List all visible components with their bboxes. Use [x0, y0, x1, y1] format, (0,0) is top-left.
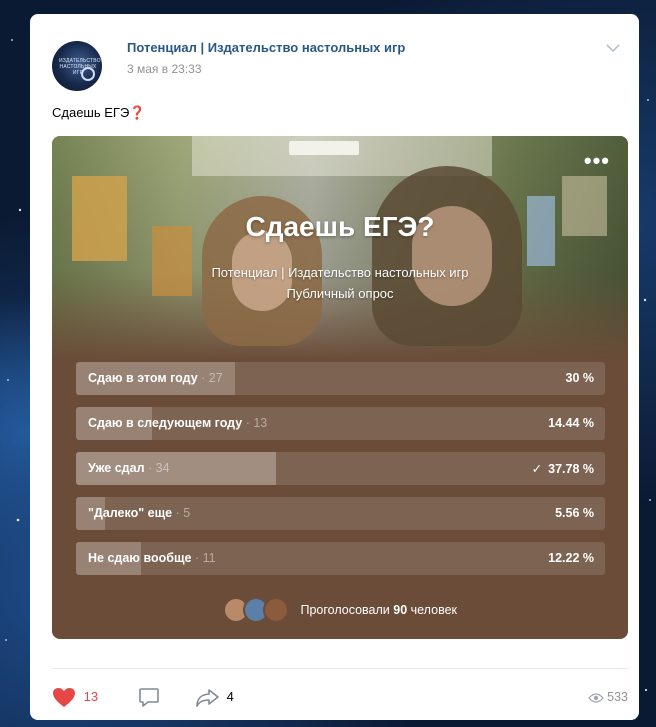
- views-count: 533: [607, 690, 628, 704]
- actions-divider: [52, 668, 628, 669]
- poll-option[interactable]: Сдаю в следующем году · 13 14.44 %: [76, 407, 605, 440]
- poll-option-count: · 34: [148, 461, 170, 475]
- eye-icon: [587, 693, 604, 703]
- avatar-logo-icon: [81, 67, 95, 81]
- poll-option[interactable]: Сдаю в этом году · 27 30 %: [76, 362, 605, 395]
- question-mark-emoji-icon: ❓: [129, 105, 146, 120]
- poll-voters[interactable]: Проголосовали 90 человек: [52, 597, 628, 623]
- poll-title: Сдаешь ЕГЭ?: [245, 211, 435, 242]
- comment-icon: [139, 688, 159, 707]
- poll-option[interactable]: Не сдаю вообще · 11 12.22 %: [76, 542, 605, 575]
- check-icon: ✓: [531, 462, 543, 476]
- poll-background-photo: [52, 136, 628, 361]
- poll-subtitle: Потенциал | Издательство настольных игр …: [52, 262, 628, 304]
- poll-widget: ••• Сдаешь ЕГЭ? Потенциал | Издательство…: [52, 136, 628, 639]
- poll-options: Сдаю в этом году · 27 30 % Сдаю в следую…: [76, 362, 605, 587]
- heart-icon: [53, 688, 75, 707]
- poll-more-menu-icon[interactable]: •••: [584, 150, 610, 172]
- post-card: ИЗДАТЕЛЬСТВО НАСТОЛЬНЫХ ИГР Потенциал | …: [30, 14, 639, 720]
- post-date[interactable]: 3 мая в 23:33: [127, 62, 202, 76]
- poll-option-label: Сдаю в этом году: [88, 371, 198, 385]
- poll-option-count: · 5: [175, 506, 191, 520]
- poll-option-percent: 30 %: [565, 371, 595, 385]
- comment-button[interactable]: [138, 687, 160, 708]
- poll-option-label: Уже сдал: [88, 461, 145, 475]
- poll-option-percent: 14.44 %: [548, 416, 594, 430]
- poll-option-label: "Далеко" еще: [88, 506, 173, 520]
- poll-option[interactable]: "Далеко" еще · 5 5.56 %: [76, 497, 605, 530]
- post-author-link[interactable]: Потенциал | Издательство настольных игр: [127, 40, 405, 55]
- share-count: 4: [226, 688, 234, 704]
- poll-author[interactable]: Потенциал | Издательство настольных игр: [52, 262, 628, 283]
- poll-option-percent: 37.78 %: [548, 462, 594, 476]
- chevron-down-icon[interactable]: [605, 42, 621, 54]
- post-text-body: Сдаешь ЕГЭ: [52, 105, 130, 120]
- share-arrow-icon: [196, 689, 219, 707]
- views-counter: 533: [587, 690, 628, 704]
- poll-option-count: · 27: [201, 371, 223, 385]
- poll-voted-text: Проголосовали 90 человек: [300, 603, 457, 617]
- community-avatar[interactable]: ИЗДАТЕЛЬСТВО НАСТОЛЬНЫХ ИГР: [52, 41, 102, 91]
- poll-option-label: Сдаю в следующем году: [88, 416, 243, 430]
- poll-option[interactable]: Уже сдал · 34 ✓ 37.78 %: [76, 452, 605, 485]
- like-count: 13: [83, 688, 99, 704]
- poll-option-label: Не сдаю вообще: [88, 551, 192, 565]
- share-button[interactable]: 4: [195, 687, 234, 708]
- poll-option-percent: 5.56 %: [555, 506, 594, 520]
- poll-option-percent: 12.22 %: [548, 551, 594, 565]
- like-button[interactable]: 13: [52, 687, 98, 708]
- poll-option-count: · 13: [245, 416, 268, 430]
- poll-type: Публичный опрос: [286, 286, 394, 301]
- post-text: Сдаешь ЕГЭ❓: [52, 105, 146, 121]
- voter-avatar: [262, 597, 289, 623]
- poll-option-count: · 11: [194, 551, 216, 565]
